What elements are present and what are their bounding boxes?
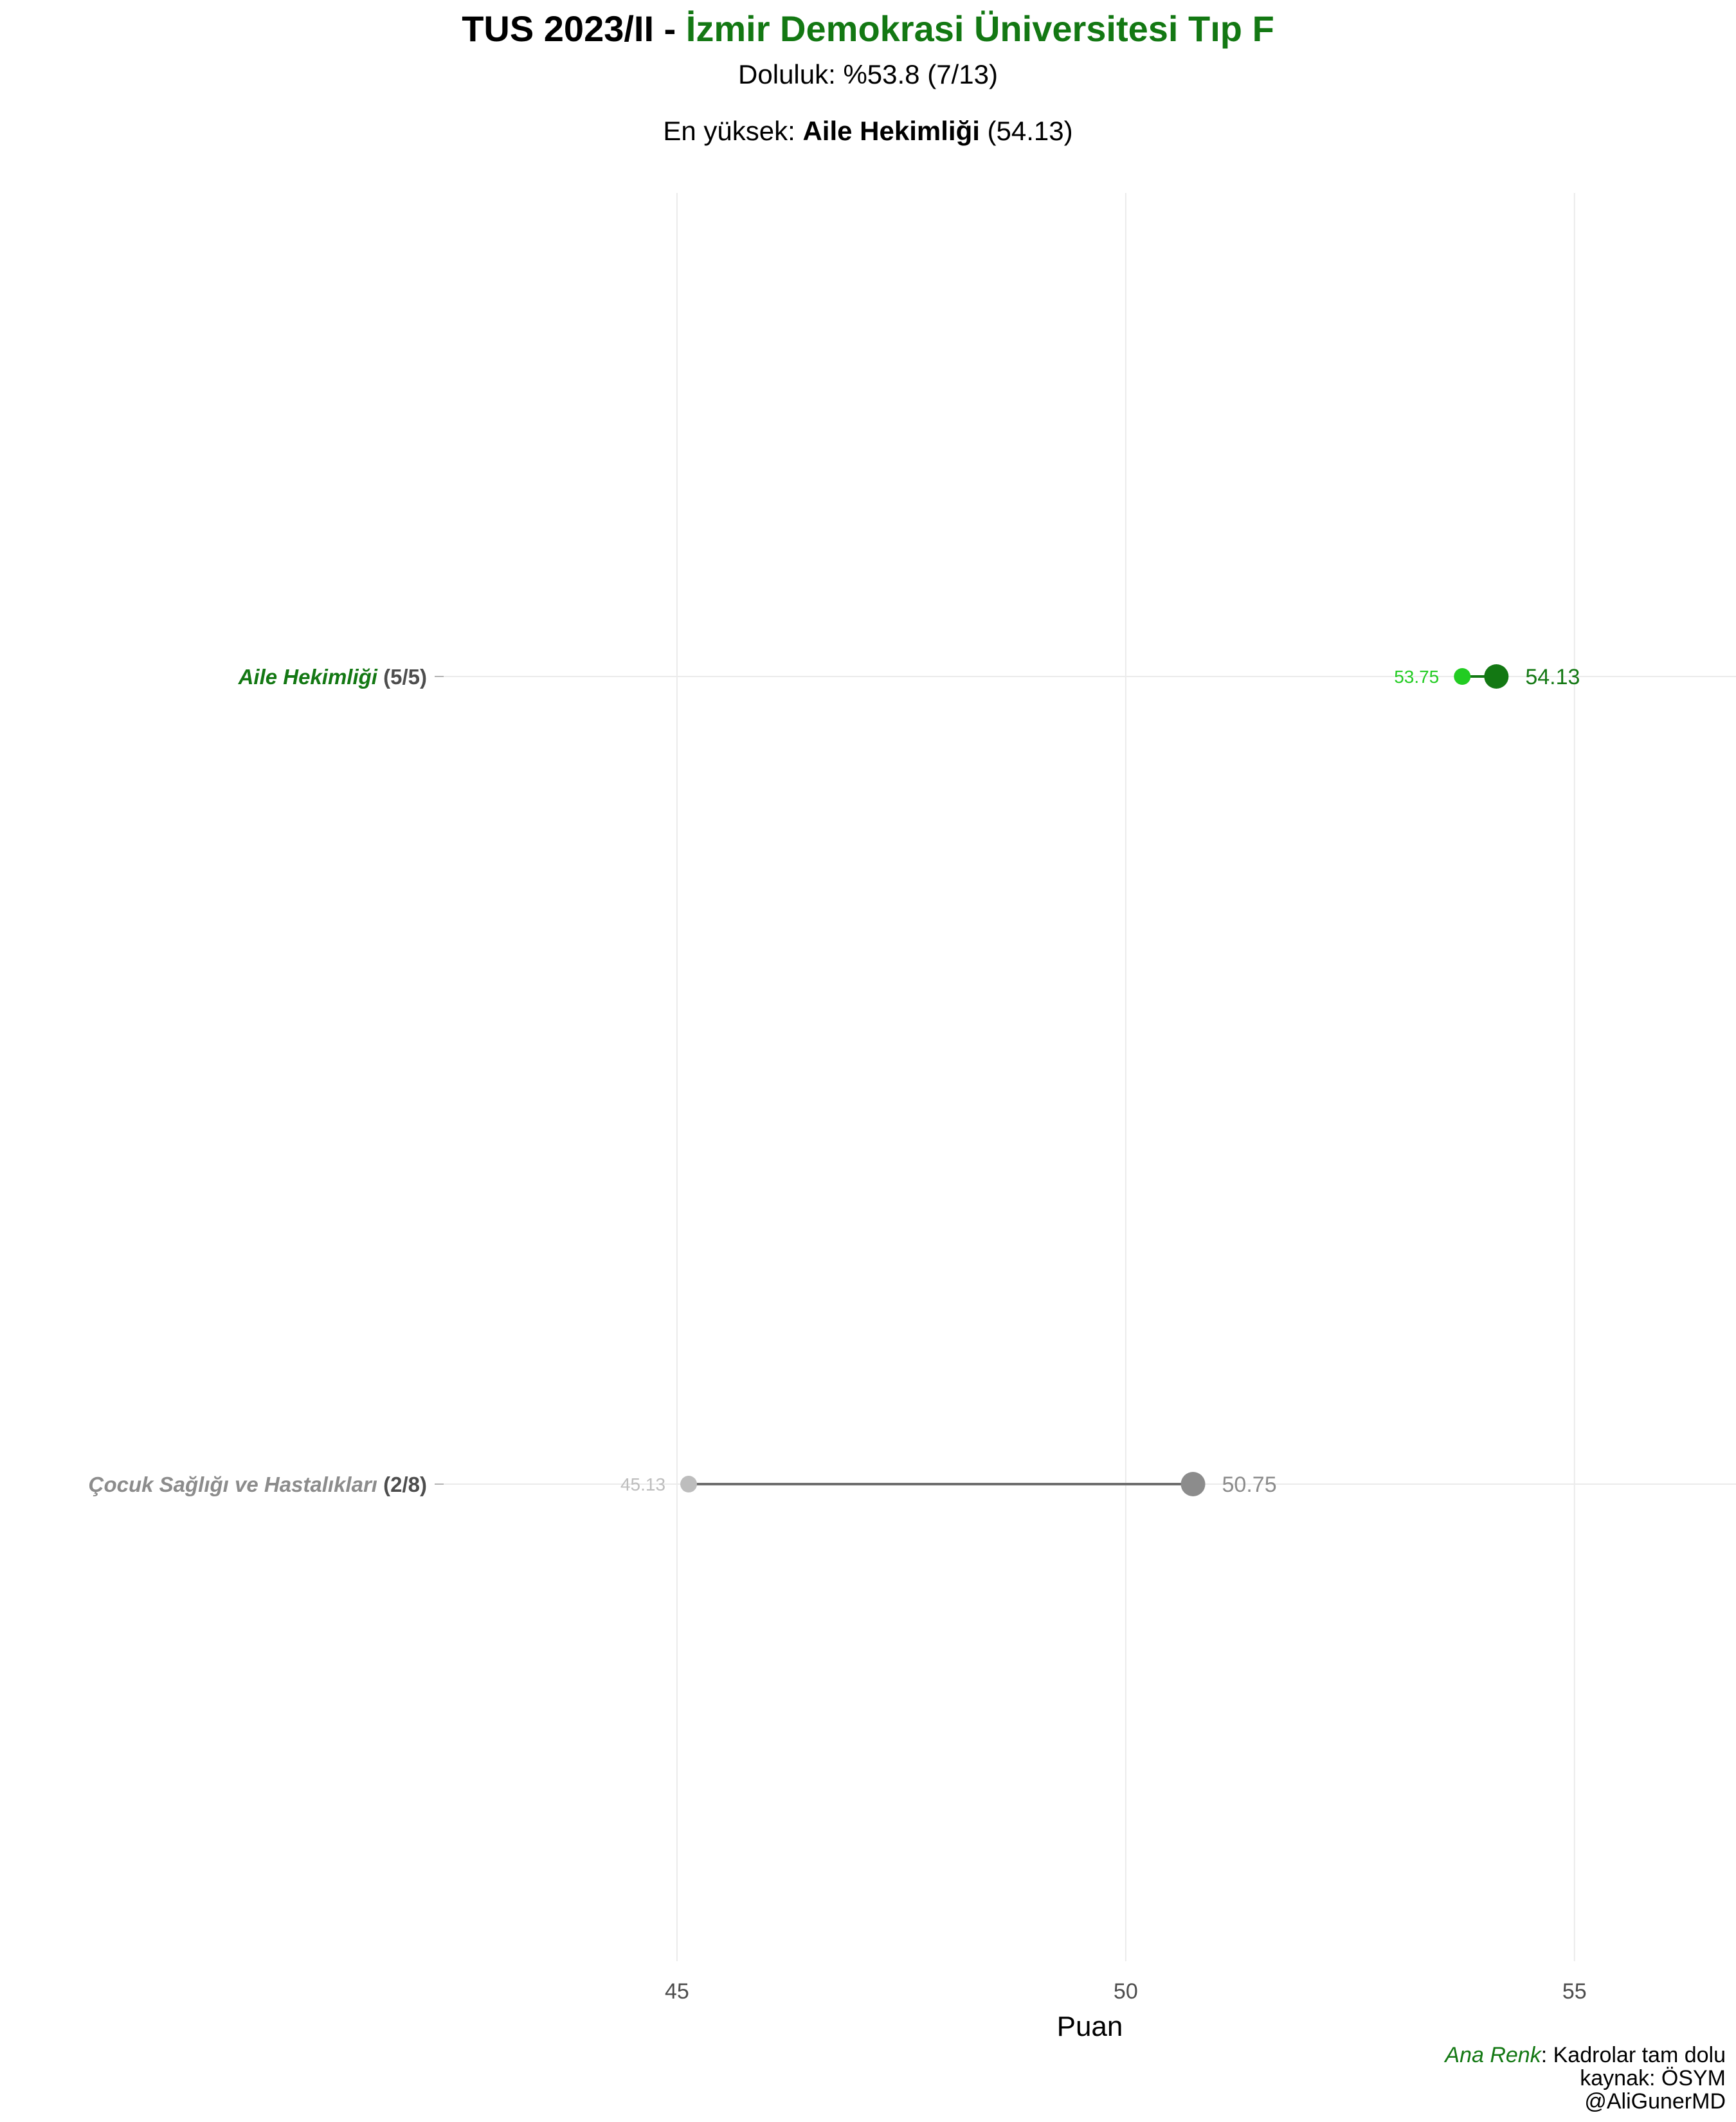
category-name-0: Aile Hekimliği	[238, 665, 378, 689]
x-tick-label-55: 55	[1562, 1979, 1587, 2004]
category-count-1: (2/8)	[377, 1473, 427, 1496]
x-tick-label-45: 45	[665, 1979, 689, 2004]
category-count-0: (5/5)	[377, 665, 427, 689]
min-point-1	[680, 1476, 698, 1492]
x-axis-title: Puan	[1057, 2011, 1123, 2042]
category-label-0: Aile Hekimliği (5/5)	[238, 665, 427, 689]
category-name-1: Çocuk Sağlığı ve Hastalıkları	[89, 1473, 377, 1496]
category-label-1: Çocuk Sağlığı ve Hastalıkları (2/8)	[89, 1473, 427, 1496]
x-tick-label-50: 50	[1114, 1979, 1138, 2004]
max-point-1	[1180, 1472, 1206, 1496]
max-label-1: 50.75	[1222, 1473, 1277, 1497]
min-point-0	[1454, 668, 1471, 685]
min-label-0: 53.75	[1394, 667, 1439, 687]
min-label-1: 45.13	[620, 1474, 665, 1494]
caption-author: @AliGunerMD	[1584, 2089, 1726, 2114]
dumbbell-chart: 45 50 55 Puan Aile Hekimliği (5/5) 53.75 54.13…	[89, 193, 1736, 2042]
max-point-0	[1484, 664, 1509, 689]
caption-legend-label: Ana Renk	[1445, 2043, 1541, 2067]
max-label-0: 54.13	[1525, 665, 1580, 689]
caption-source: kaynak: ÖSYM	[1580, 2066, 1726, 2090]
caption-legend-text: : Kadrolar tam dolu	[1541, 2043, 1726, 2067]
caption-legend: Ana Renk: Kadrolar tam dolu	[1445, 2044, 1726, 2067]
